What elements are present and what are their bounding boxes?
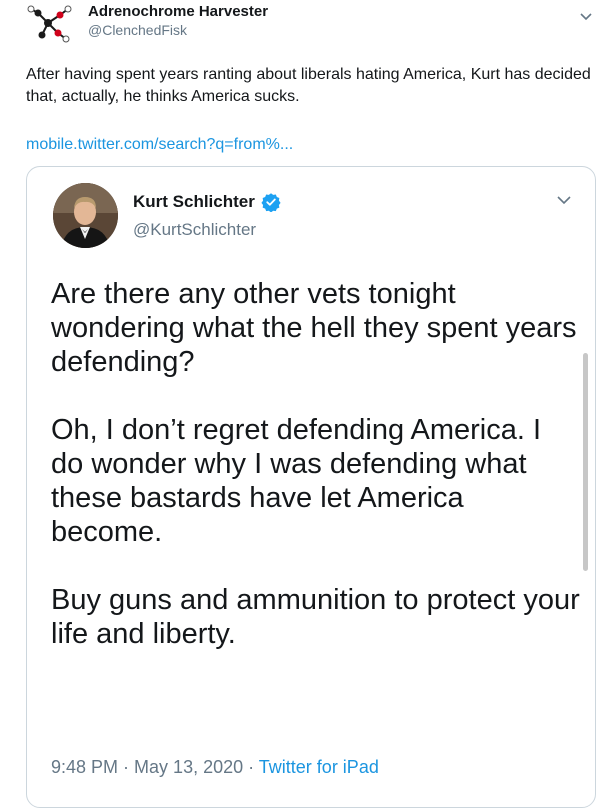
quoted-tweet-card[interactable]: Kurt Schlichter @KurtSchlichter Are ther… <box>26 166 596 808</box>
quoted-tweet-text: Are there any other vets tonight wonderi… <box>51 277 581 651</box>
author-name[interactable]: Adrenochrome Harvester <box>88 3 268 20</box>
portrait-image <box>53 183 118 248</box>
quoted-author-handle[interactable]: @KurtSchlichter <box>133 220 256 240</box>
scrollbar-thumb[interactable] <box>583 353 588 571</box>
quoted-paragraph: Buy guns and ammunition to protect your … <box>51 584 580 650</box>
tweet-date[interactable]: May 13, 2020 <box>134 757 243 777</box>
tweet-source-link[interactable]: Twitter for iPad <box>259 757 379 777</box>
quoted-name-row: Kurt Schlichter <box>133 192 281 212</box>
quoted-author-name[interactable]: Kurt Schlichter <box>133 192 255 212</box>
molecule-icon[interactable] <box>26 3 74 43</box>
tweet-link[interactable]: mobile.twitter.com/search?q=from%... <box>26 136 293 154</box>
quoted-paragraph: Are there any other vets tonight wonderi… <box>51 278 577 378</box>
quoted-paragraph: Oh, I don’t regret defending America. I … <box>51 414 542 548</box>
chevron-down-icon[interactable] <box>556 195 572 205</box>
verified-badge-icon <box>261 193 281 212</box>
tweet-text: After having spent years ranting about l… <box>26 66 591 105</box>
quoted-avatar[interactable] <box>53 183 118 248</box>
tweet-time[interactable]: 9:48 PM <box>51 757 118 777</box>
meta-separator: · <box>243 757 259 777</box>
chevron-down-icon[interactable] <box>579 12 593 22</box>
tweet-header: Adrenochrome Harvester @ClenchedFisk <box>26 0 606 50</box>
meta-separator: · <box>118 757 135 777</box>
author-handle[interactable]: @ClenchedFisk <box>88 22 187 38</box>
quoted-tweet-meta: 9:48 PM · May 13, 2020 · Twitter for iPa… <box>51 757 379 778</box>
